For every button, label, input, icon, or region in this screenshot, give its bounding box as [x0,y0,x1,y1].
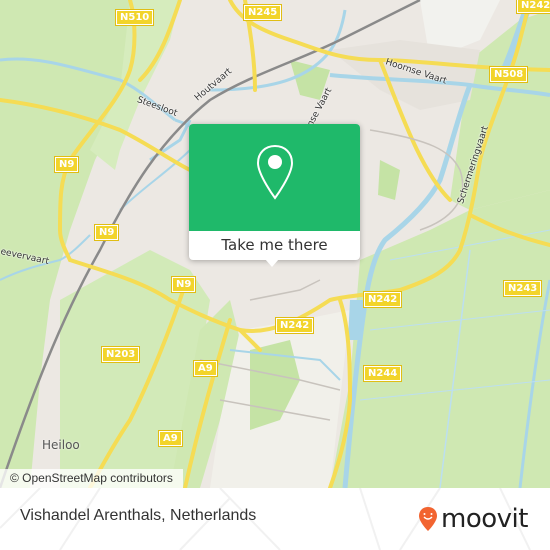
road-shield-n243: N243 [502,280,543,297]
map[interactable]: N510 N245 N242 N508 N9 N9 N9 N242 N242 N… [0,0,550,488]
road-shield-n510: N510 [114,9,155,26]
road-shield-n242: N242 [274,317,315,334]
place-name: Vishandel Arenthals, Netherlands [20,507,257,524]
take-me-there-button[interactable]: Take me there [189,231,360,260]
road-shield-n203: N203 [100,346,141,363]
road-shield-a9: A9 [158,430,183,447]
popup-pointer [265,259,279,267]
moovit-logo[interactable]: moovit [418,502,528,536]
moovit-wordmark: moovit [441,504,528,534]
town-label-heiloo: Heiloo [42,438,80,452]
road-shield-n244: N244 [362,365,403,382]
location-popup: Take me there [189,124,360,267]
popup-header [189,124,360,231]
road-shield-n242: N242 [362,291,403,308]
road-shield-n242: N242 [515,0,550,14]
footer: Vishandel Arenthals, Netherlands moovit [0,488,550,550]
road-shield-n9: N9 [170,276,197,293]
road-shield-n9: N9 [93,224,120,241]
road-shield-a9: A9 [193,360,218,377]
road-shield-n9: N9 [53,156,80,173]
moovit-pin-icon [419,507,437,531]
map-pin-icon [256,144,294,200]
road-shield-n245: N245 [242,4,283,21]
map-attribution[interactable]: © OpenStreetMap contributors [0,469,183,488]
road-shield-n508: N508 [488,66,529,83]
